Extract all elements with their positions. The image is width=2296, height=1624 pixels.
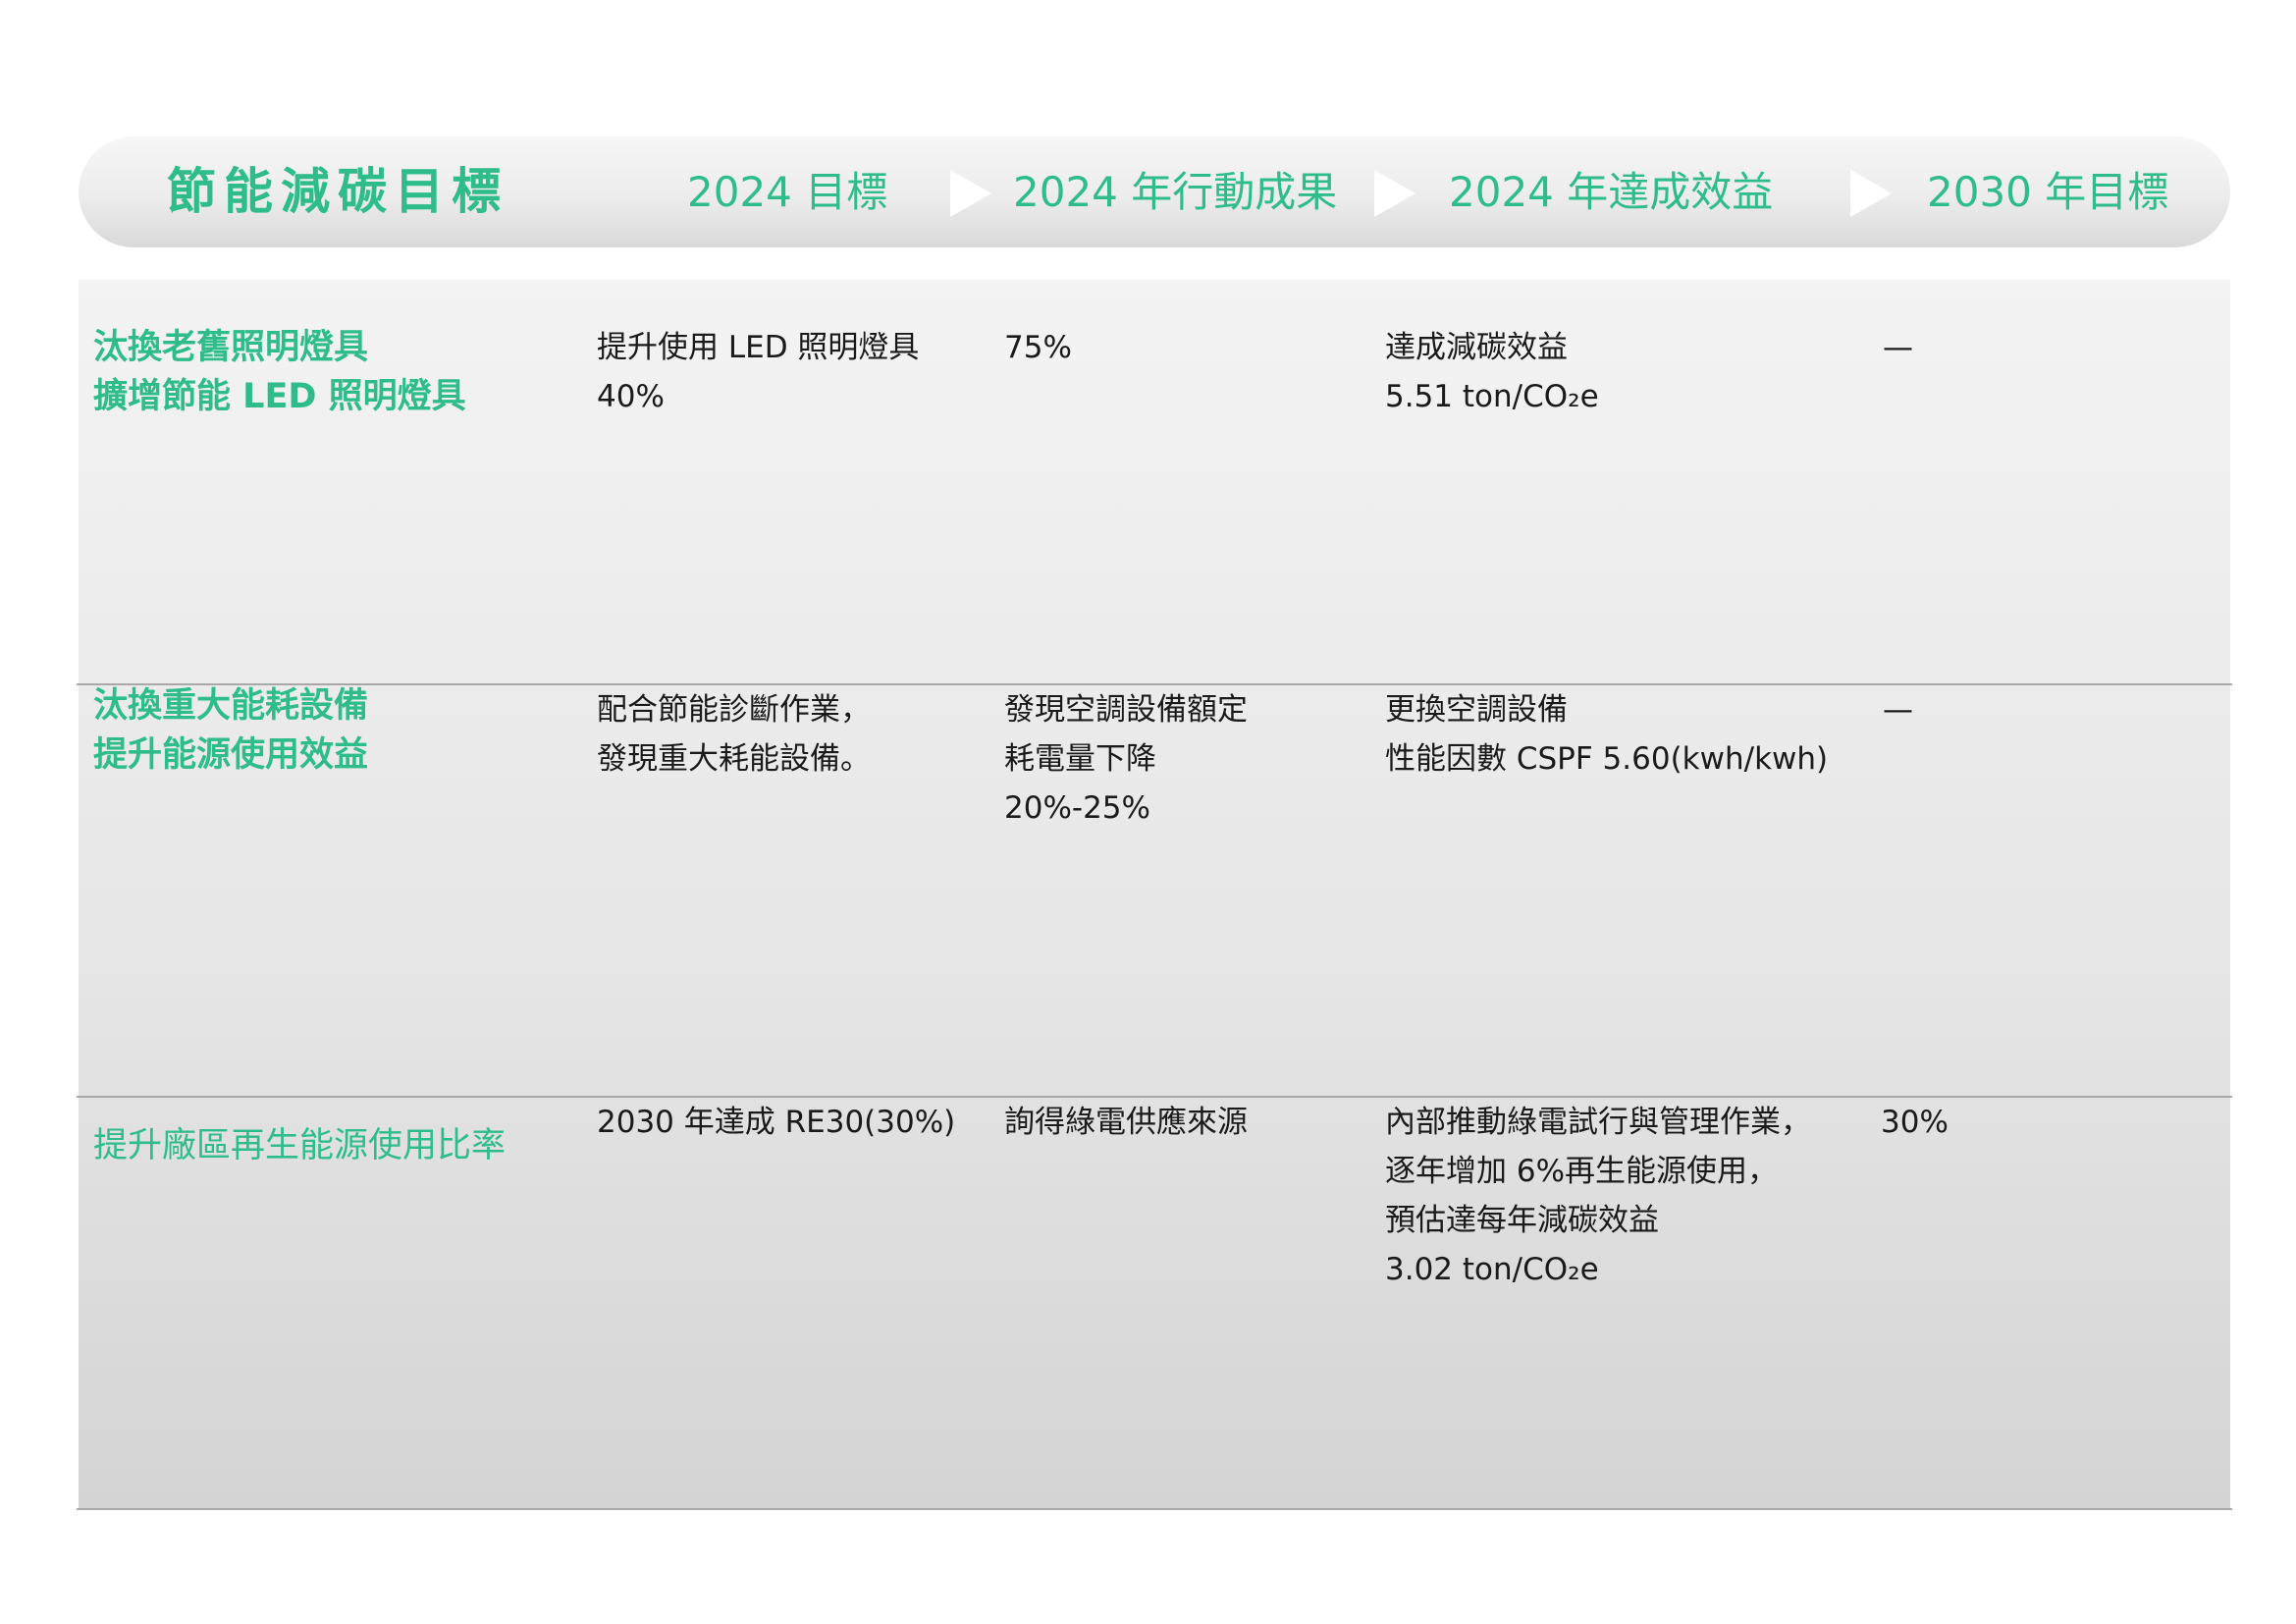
row-2-target-2030: —	[1883, 692, 1913, 728]
header-col-2030-target: 2030 年目標	[1927, 168, 2169, 216]
row-1-action-2024: 75%	[1004, 330, 1072, 365]
header-col-2024-benefit: 2024 年達成效益	[1449, 168, 1774, 216]
row-1-benefit-2024: 達成減碳效益 5.51 ton/CO₂e	[1385, 330, 1599, 414]
goals-table	[79, 280, 2230, 1510]
row-2-action-2024: 發現空調設備額定 耗電量下降 20%-25%	[1004, 692, 1248, 826]
arrow-right-icon	[1850, 170, 1892, 217]
header-col-2024-action: 2024 年行動成果	[1013, 168, 1338, 216]
header-title: 節能減碳目標	[167, 163, 508, 220]
row-1-target-2030: —	[1883, 330, 1913, 365]
row-3-benefit-2024: 內部推動綠電試行與管理作業， 逐年增加 6%再生能源使用， 預估達每年減碳效益 …	[1385, 1105, 1811, 1287]
row-3-goal: 提升廠區再生能源使用比率	[93, 1126, 507, 1165]
row-2-target-2024: 配合節能診斷作業， 發現重大耗能設備。	[597, 692, 871, 777]
arrow-right-icon	[1374, 170, 1415, 217]
row-3-action-2024: 詢得綠電供應來源	[1004, 1105, 1248, 1140]
header-bar: 節能減碳目標 2024 目標 2024 年行動成果 2024 年達成效益 203…	[79, 136, 2230, 247]
row-3-target-2024: 2030 年達成 RE30(30%)	[597, 1105, 956, 1140]
row-1-target-2024: 提升使用 LED 照明燈具 40%	[597, 330, 920, 414]
row-3-target-2030: 30%	[1881, 1105, 1949, 1140]
row-1-goal: 汰換老舊照明燈具 擴增節能 LED 照明燈具	[93, 328, 466, 416]
header-col-2024-target: 2024 目標	[687, 168, 888, 216]
row-divider	[77, 1508, 2232, 1510]
arrow-right-icon	[950, 170, 991, 217]
row-2-goal: 汰換重大能耗設備 提升能源使用效益	[93, 686, 369, 775]
row-2-benefit-2024: 更換空調設備 性能因數 CSPF 5.60(kwh/kwh)	[1385, 692, 1829, 777]
